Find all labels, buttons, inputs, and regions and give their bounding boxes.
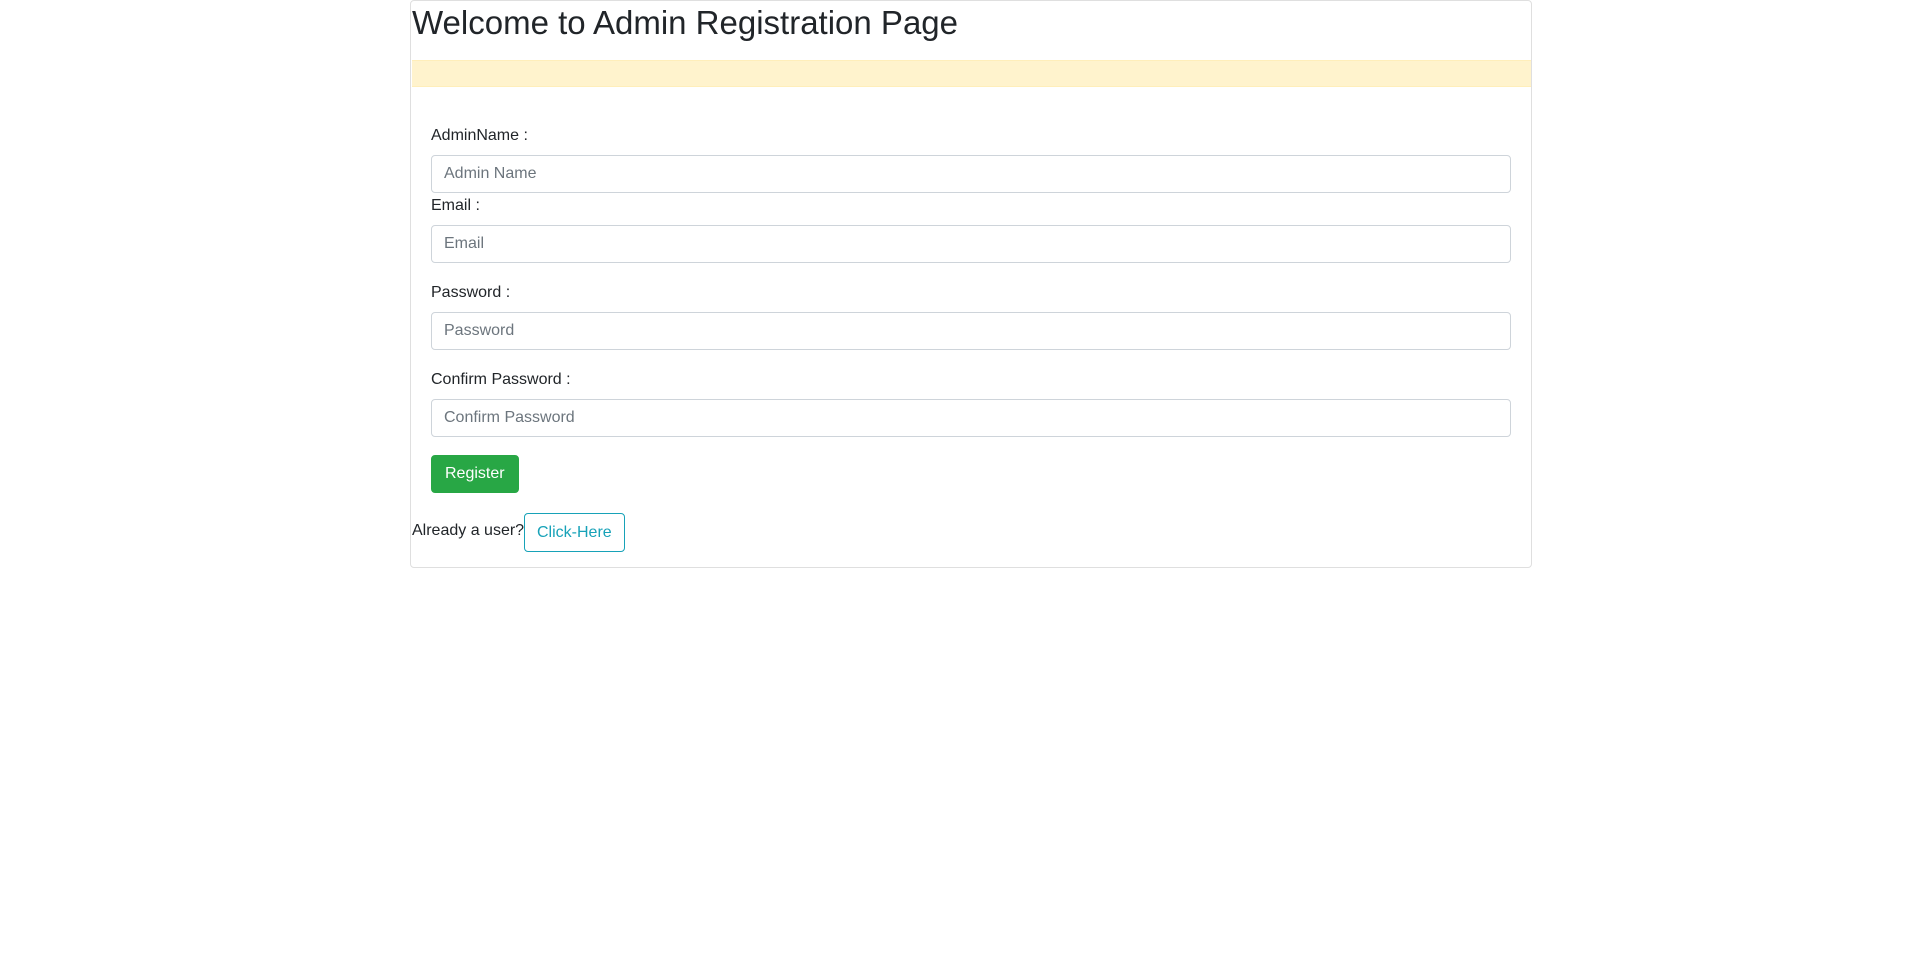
page-title: Welcome to Admin Registration Page xyxy=(412,4,958,41)
already-user-text: Already a user? xyxy=(412,522,525,539)
register-button[interactable]: Register xyxy=(431,455,519,493)
email-label: Email : xyxy=(431,197,480,214)
password-label: Password : xyxy=(431,284,511,301)
registration-card: Welcome to Admin Registration Page Admin… xyxy=(410,0,1532,568)
admin-name-label: AdminName : xyxy=(431,127,528,144)
alert-bar xyxy=(412,60,1531,87)
confirm-password-label: Confirm Password : xyxy=(431,371,571,388)
login-link-button[interactable]: Click-Here xyxy=(524,513,625,552)
password-input[interactable] xyxy=(431,312,1511,350)
confirm-password-input[interactable] xyxy=(431,399,1511,437)
email-input[interactable] xyxy=(431,225,1511,263)
admin-name-input[interactable] xyxy=(431,155,1511,193)
